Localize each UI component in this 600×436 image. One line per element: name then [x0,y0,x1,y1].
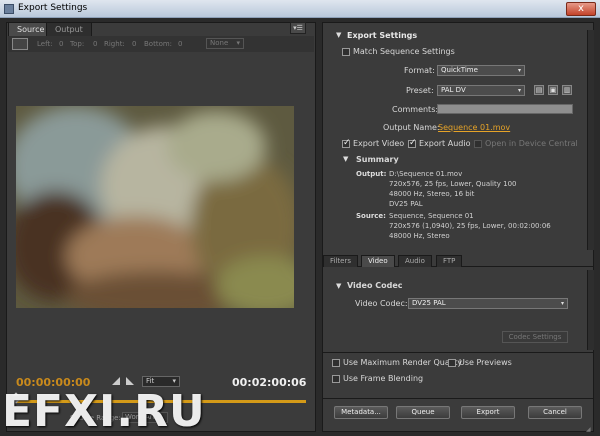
open-device-central-checkbox [474,140,482,148]
tab-ftp[interactable]: FTP [436,255,463,267]
crop-ratio-select[interactable]: None ▾ [206,38,244,49]
codec-settings-button: Codec Settings [502,331,568,343]
summary-output-line: DV25 PAL [389,200,423,208]
format-label: Format: [404,66,435,75]
summary-output-line: D:\Sequence 01.mov [389,170,463,178]
max-render-quality-checkbox[interactable] [332,359,340,367]
crop-right-label: Right: [104,40,125,48]
summary-source-label: Source: [356,212,386,220]
summary-output-line: 48000 Hz, Stereo, 16 bit [389,190,475,198]
preset-select[interactable]: PAL DV ▾ [437,85,525,96]
tab-audio[interactable]: Audio [398,255,432,267]
set-in-point-icon[interactable] [112,377,120,385]
chevron-down-icon: ▾ [560,300,564,307]
zoom-value: Fit [146,377,155,385]
export-audio-checkbox[interactable] [408,138,417,148]
video-codec-select[interactable]: DV25 PAL ▾ [408,298,568,309]
summary-output-label: Output: [356,170,387,178]
format-select[interactable]: QuickTime ▾ [437,65,525,76]
export-video-checkbox[interactable] [342,138,351,148]
window-title: Export Settings [18,3,88,13]
export-button[interactable]: Export [461,406,515,419]
crop-right-value[interactable]: 0 [132,40,136,48]
summary-source-line: 48000 Hz, Stereo [389,232,450,240]
summary-output-line: 720x576, 25 fps, Lower, Quality 100 [389,180,517,188]
preset-value: PAL DV [441,86,466,94]
summary-source-line: 720x576 (1,0940), 25 fps, Lower, 00:02:0… [389,222,551,230]
comments-input[interactable] [437,104,573,114]
settings-scrollbar[interactable] [587,30,594,250]
chevron-down-icon: ▾ [517,87,521,94]
output-name-link[interactable]: Sequence 01.mov [438,123,510,132]
save-preset-icon[interactable]: ▤ [534,85,544,95]
metadata-button[interactable]: Metadata... [334,406,388,419]
chevron-down-icon: ▾ [517,67,521,74]
crop-left-label: Left: [37,40,53,48]
panel-menu-button[interactable]: ▾☰ [290,22,306,34]
title-bar [0,0,600,18]
chevron-down-icon: ▾ [236,39,240,47]
max-render-quality-label: Use Maximum Render Quality [343,358,463,367]
timecode-end: 00:02:00:06 [232,376,307,389]
close-button[interactable]: x [566,2,596,16]
queue-button[interactable]: Queue [396,406,450,419]
crop-left-value[interactable]: 0 [59,40,63,48]
match-sequence-checkbox[interactable] [342,48,350,56]
watermark-text: EFXI.RU [2,386,206,436]
delete-preset-icon[interactable]: ▥ [562,85,572,95]
summary-output-text: D:\Sequence 01.mov 720x576, 25 fps, Lowe… [389,169,516,209]
crop-top-label: Top: [70,40,85,48]
codec-scrollbar[interactable] [587,270,594,350]
crop-ratio-value: None [210,39,229,47]
resize-grip-icon[interactable]: ◢ [586,426,591,433]
import-preset-icon[interactable]: ▣ [548,85,558,95]
summary-source-line: Sequence, Sequence 01 [389,212,474,220]
match-sequence-label: Match Sequence Settings [353,47,455,56]
use-previews-checkbox[interactable] [448,359,456,367]
crop-bottom-label: Bottom: [144,40,173,48]
export-audio-label: Export Audio [419,139,471,148]
video-codec-value: DV25 PAL [412,299,446,307]
divider [322,352,594,353]
preset-label: Preset: [406,86,434,95]
tab-output[interactable]: Output [46,22,92,36]
divider [322,398,594,399]
frame-blending-checkbox[interactable] [332,375,340,383]
video-preview [16,106,294,308]
comments-label: Comments: [392,105,439,114]
output-name-label: Output Name: [383,123,440,132]
collapse-triangle-icon[interactable]: ▼ [336,31,341,39]
export-video-label: Export Video [353,139,405,148]
collapse-triangle-icon[interactable]: ▼ [336,282,341,290]
tab-video[interactable]: Video [361,255,395,267]
tab-filters[interactable]: Filters [323,255,358,267]
summary-header: Summary [356,155,399,164]
export-settings-header: Export Settings [347,31,418,40]
chevron-down-icon: ▾ [172,377,176,385]
collapse-triangle-icon[interactable]: ▼ [343,155,348,163]
set-out-point-icon[interactable] [126,377,134,385]
app-icon [4,4,14,14]
format-value: QuickTime [441,66,478,74]
video-codec-header: Video Codec [347,281,403,290]
video-codec-label: Video Codec: [355,299,408,308]
crop-bottom-value[interactable]: 0 [178,40,182,48]
crop-icon[interactable] [12,38,28,50]
frame-blending-label: Use Frame Blending [343,374,424,383]
open-device-central-label: Open in Device Central [485,139,578,148]
cancel-button[interactable]: Cancel [528,406,582,419]
use-previews-label: Use Previews [459,358,512,367]
crop-top-value[interactable]: 0 [93,40,97,48]
summary-source-text: Sequence, Sequence 01 720x576 (1,0940), … [389,211,551,241]
